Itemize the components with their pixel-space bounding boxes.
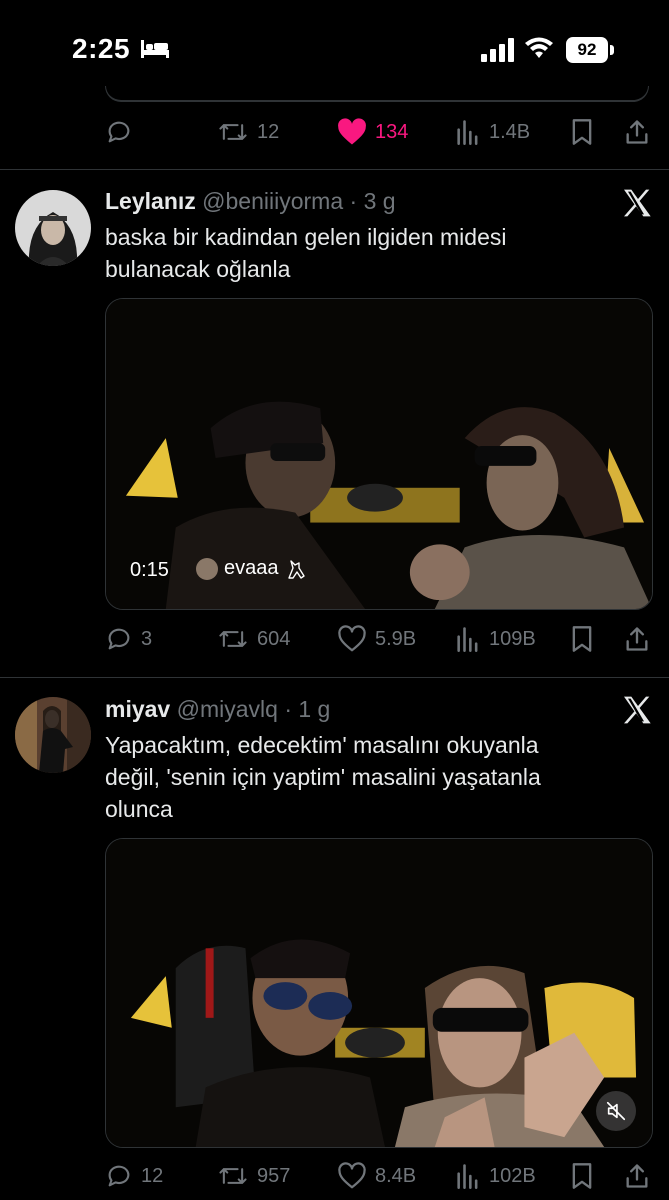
like-button[interactable]: 5.9B — [337, 619, 416, 659]
share-button[interactable] — [623, 1156, 651, 1196]
reply-button[interactable]: 3 — [105, 619, 152, 659]
like-count: 134 — [375, 120, 409, 143]
share-icon — [626, 120, 648, 144]
retweet-count: 604 — [257, 627, 291, 650]
bookmark-icon — [572, 626, 592, 652]
video-player[interactable]: 0:15 evaaa — [105, 298, 653, 610]
retweet-count: 12 — [257, 120, 280, 143]
previous-tweet-actions: 12 134 1.4B — [105, 112, 659, 152]
author-name[interactable]: Leylanız — [105, 188, 196, 214]
muted-speaker-icon — [606, 1101, 626, 1121]
view-count: 102B — [489, 1164, 536, 1187]
signal-icon — [481, 38, 514, 62]
previous-media-edge — [105, 86, 649, 102]
views-chart-icon — [457, 1164, 478, 1189]
video-tagged-user[interactable]: evaaa — [196, 557, 307, 580]
video-timestamp: 0:15 — [130, 559, 169, 581]
x-logo-icon — [624, 696, 651, 724]
views-button[interactable]: 102B — [455, 1156, 536, 1196]
divider — [0, 677, 669, 678]
mute-button[interactable] — [596, 1091, 636, 1131]
battery-icon: 92 — [566, 37, 614, 63]
retweet-icon — [219, 124, 247, 140]
avatar[interactable] — [15, 697, 91, 773]
heart-icon — [338, 625, 366, 652]
view-count: 1.4B — [489, 120, 531, 143]
like-count: 8.4B — [375, 1164, 417, 1187]
video-frame — [106, 839, 652, 1147]
views-button[interactable]: 109B — [455, 619, 536, 659]
tweet-text: Yapacaktım, edecektim' masalını okuyanla… — [105, 729, 645, 825]
author-handle[interactable]: @miyavlq — [177, 696, 278, 722]
heart-filled-icon — [338, 118, 366, 145]
tweet-time[interactable]: · 3 g — [350, 188, 396, 214]
video-player[interactable] — [105, 838, 653, 1148]
tweet-text-line: olunca — [105, 796, 173, 822]
tweet-text-line: değil, 'senin için yaptim' masalini yaşa… — [105, 764, 541, 790]
tweet-actions: 12 957 8.4B 102B — [105, 1156, 659, 1196]
share-button[interactable] — [623, 619, 651, 659]
battery-level: 92 — [566, 37, 608, 63]
tweet-text-line: Yapacaktım, edecektim' masalını okuyanla — [105, 732, 539, 758]
like-button[interactable]: 8.4B — [337, 1156, 416, 1196]
tagged-user-avatar — [196, 557, 218, 580]
avatar[interactable] — [15, 190, 91, 266]
tagged-username: evaaa — [224, 557, 279, 579]
retweet-count: 957 — [257, 1164, 291, 1187]
reply-count: 3 — [141, 627, 153, 650]
bookmark-icon — [572, 1163, 592, 1189]
video-frame — [106, 299, 652, 609]
share-icon — [626, 1164, 648, 1188]
tweet-text-line: bulanacak oğlanla — [105, 256, 291, 282]
heart-icon — [338, 1162, 366, 1189]
tweet-time[interactable]: · 1 g — [284, 696, 330, 722]
reply-icon — [108, 121, 130, 143]
share-button[interactable] — [623, 112, 651, 152]
reply-icon — [108, 1165, 130, 1187]
bed-icon — [141, 40, 169, 58]
reply-count: 12 — [141, 1164, 164, 1187]
divider — [0, 169, 669, 170]
views-button[interactable]: 1.4B — [455, 112, 530, 152]
retweet-button[interactable]: 604 — [217, 619, 290, 659]
share-icon — [626, 627, 648, 651]
retweet-button[interactable]: 12 — [217, 112, 279, 152]
wifi-icon — [525, 37, 553, 58]
retweet-icon — [219, 631, 247, 647]
views-chart-icon — [457, 120, 478, 145]
status-bar: 2:25 92 — [0, 0, 669, 100]
bookmark-button[interactable] — [569, 1156, 595, 1196]
author-handle[interactable]: @beniiiyorma — [202, 188, 343, 214]
tweet-actions: 3 604 5.9B 109B — [105, 619, 659, 659]
bookmark-button[interactable] — [569, 619, 595, 659]
like-count: 5.9B — [375, 627, 417, 650]
x-logo-icon — [624, 189, 651, 217]
cat-icon — [287, 559, 305, 579]
tweet-text-line: baska bir kadindan gelen ilgiden midesi — [105, 224, 507, 250]
views-chart-icon — [457, 627, 478, 652]
like-button[interactable]: 134 — [337, 112, 408, 152]
retweet-icon — [219, 1168, 247, 1184]
tweet-text: baska bir kadindan gelen ilgiden midesi … — [105, 221, 625, 285]
status-time: 2:25 — [72, 33, 131, 64]
reply-button[interactable]: 12 — [105, 1156, 163, 1196]
retweet-button[interactable]: 957 — [217, 1156, 290, 1196]
reply-button[interactable] — [105, 112, 141, 152]
bookmark-icon — [572, 119, 592, 145]
view-count: 109B — [489, 627, 536, 650]
author-name[interactable]: miyav — [105, 696, 170, 722]
bookmark-button[interactable] — [569, 112, 595, 152]
reply-icon — [108, 628, 130, 650]
